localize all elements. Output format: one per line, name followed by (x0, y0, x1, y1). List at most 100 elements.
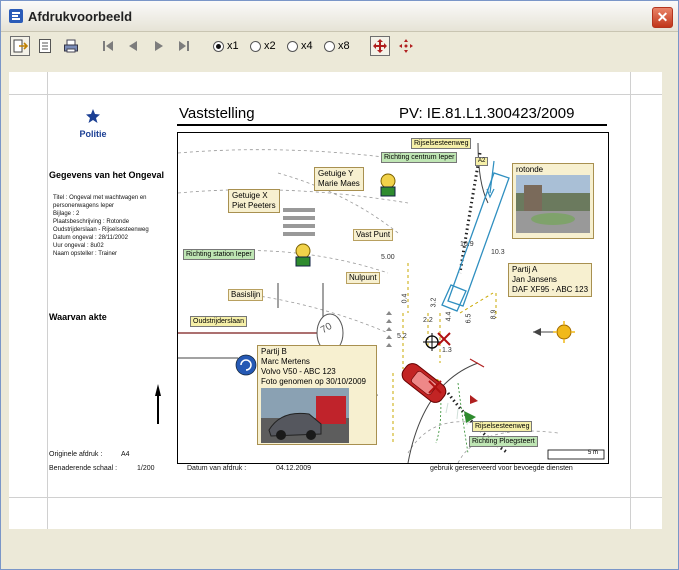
witness-y-title: Getuige Y (318, 169, 354, 178)
measure-1-3: 1.3 (442, 347, 452, 354)
next-icon (155, 41, 163, 51)
baseline-label: Basislijn (228, 289, 264, 301)
measure-8-9: 8.9 (490, 309, 498, 320)
party-b-vehicle: Volvo V50 - ABC 123 (261, 367, 336, 376)
detail-line: Titel : Ongeval met wachtwagen en (53, 195, 147, 201)
detail-line: Bijlage : 2 (53, 211, 80, 217)
detail-line: personenwagens Ieper (53, 203, 115, 209)
last-page-button[interactable] (174, 36, 194, 56)
page-setup-button[interactable] (35, 36, 55, 56)
window-title: Afdrukvoorbeeld (28, 9, 133, 24)
radio-dot (324, 40, 335, 52)
radio-dot (287, 40, 298, 52)
party-a-vehicle: DAF XF95 - ABC 123 (512, 285, 589, 294)
a2-label: A2 (475, 157, 489, 166)
print-date-value: 04.12.2009 (276, 465, 312, 472)
zoom-x2-label: x2 (264, 40, 276, 52)
preview-area[interactable]: Politie Vaststelling PV: IE.81.L1.300423… (9, 72, 662, 529)
street-tag-rijselsesteenweg: Rijselsesteenweg (411, 138, 472, 149)
witness-x-name: Piet Peeters (232, 201, 276, 210)
scale-value: 1/200 (137, 465, 155, 472)
street-tag-rijselsesteenweg-bottom: Rijselsesteenweg (472, 421, 533, 432)
detail-line: Uur ongeval : 8u02 (53, 243, 104, 249)
direction-tag-centrum: Richting centrum Ieper (381, 152, 458, 163)
measure-10-9: 10.9 (460, 241, 474, 248)
last-page-icon (179, 41, 189, 51)
print-date-label: Datum van afdruk : (187, 465, 247, 472)
roundabout-caption: rotonde (516, 165, 544, 174)
police-emblem-icon (86, 109, 100, 123)
detail-line: Plaatsbeschrijving : Rotonde (53, 219, 130, 225)
roundabout-photo-callout: rotonde (512, 163, 594, 239)
title-rule (177, 124, 607, 126)
print-sheet: Politie Vaststelling PV: IE.81.L1.300423… (9, 72, 662, 529)
party-a-title: Partij A (512, 265, 538, 274)
measure-5-00: 5.00 (381, 254, 395, 261)
next-page-button[interactable] (149, 36, 169, 56)
witness-x-title: Getuige X (232, 191, 268, 200)
street-tag-oudstrijderslaan: Oudstrijderslaan (190, 316, 247, 327)
zoom-x8-radio[interactable]: x8 (324, 40, 350, 52)
party-a-callout: Partij A Jan Jansens DAF XF95 - ABC 123 (508, 263, 593, 297)
exit-preview-button[interactable] (10, 36, 30, 56)
party-b-driver: Marc Mertens (261, 357, 310, 366)
pan-button[interactable] (370, 36, 390, 56)
police-logo: Politie (73, 108, 113, 142)
document-title: Vaststelling (179, 105, 255, 122)
previous-page-button[interactable] (123, 36, 143, 56)
direction-tag-station: Richting station Ieper (183, 249, 255, 260)
detail-line: Datum ongeval : 28/11/2002 (53, 235, 128, 241)
first-page-icon (103, 41, 113, 51)
print-preview-window: Afdrukvoorbeeld ✕ x1 x2 x4 x8 Politie Va… (0, 0, 679, 570)
original-print-value: A4 (121, 451, 130, 458)
measure-5-2: 5.2 (397, 333, 407, 340)
zoom-x1-label: x1 (227, 40, 239, 52)
toolbar: x1 x2 x4 x8 (1, 32, 678, 60)
measure-0-4: 0.4 (401, 293, 409, 304)
accident-sketch: Rijselsesteenweg Richting centrum Ieper … (177, 132, 609, 464)
original-print-label: Originele afdruk : (49, 451, 103, 458)
document-icon (39, 39, 51, 53)
first-page-button[interactable] (98, 36, 118, 56)
previous-icon (129, 41, 137, 51)
usage-note: gebruik gereserveerd voor bevoegde diens… (430, 465, 573, 472)
party-b-callout: Partij B Marc Mertens Volvo V50 - ABC 12… (257, 345, 377, 445)
zoom-x1-radio[interactable]: x1 (213, 40, 239, 52)
witness-y-callout: Getuige Y Marie Maes (314, 167, 364, 191)
exit-icon (13, 39, 28, 53)
zoom-x4-label: x4 (301, 40, 313, 52)
party-b-photo (261, 388, 349, 443)
zero-point-label: Nulpunt (346, 272, 380, 284)
party-b-title: Partij B (261, 347, 287, 356)
fit-page-button[interactable] (396, 36, 416, 56)
roundabout-photo (516, 175, 590, 233)
scale-label: Benaderende schaal : (49, 465, 118, 472)
app-icon (9, 9, 23, 23)
zoom-x2-radio[interactable]: x2 (250, 40, 276, 52)
move-icon (373, 39, 387, 53)
fit-icon (399, 39, 413, 53)
printer-icon (64, 39, 78, 53)
measure-6-5: 6.5 (465, 313, 473, 324)
measure-2-2: 2.2 (423, 317, 433, 324)
north-arrow-icon (155, 384, 161, 424)
pv-number: PV: IE.81.L1.300423/2009 (399, 105, 575, 122)
party-a-driver: Jan Jansens (512, 275, 557, 284)
measure-4-4: 4.4 (445, 311, 453, 322)
detail-line: Oudstrijderslaan - Rijselsesteenweg (53, 227, 149, 233)
fixed-point-label: Vast Punt (353, 229, 394, 241)
witness-y-name: Marie Maes (318, 179, 360, 188)
print-button[interactable] (61, 36, 81, 56)
radio-dot (250, 40, 261, 52)
zoom-x8-label: x8 (338, 40, 350, 52)
party-b-photo-caption: Foto genomen op 30/10/2009 (261, 377, 366, 386)
radio-dot (213, 40, 224, 52)
measure-3-2: 3.2 (430, 297, 438, 308)
measure-10-3: 10.3 (491, 249, 505, 256)
zoom-x4-radio[interactable]: x4 (287, 40, 313, 52)
close-button[interactable]: ✕ (652, 7, 673, 28)
incident-section-heading: Gegevens van het Ongeval (49, 170, 165, 180)
police-label: Politie (79, 129, 107, 139)
direction-tag-ploegsteert: Richting Ploegsteert (469, 436, 538, 447)
akte-heading: Waarvan akte (49, 312, 107, 322)
